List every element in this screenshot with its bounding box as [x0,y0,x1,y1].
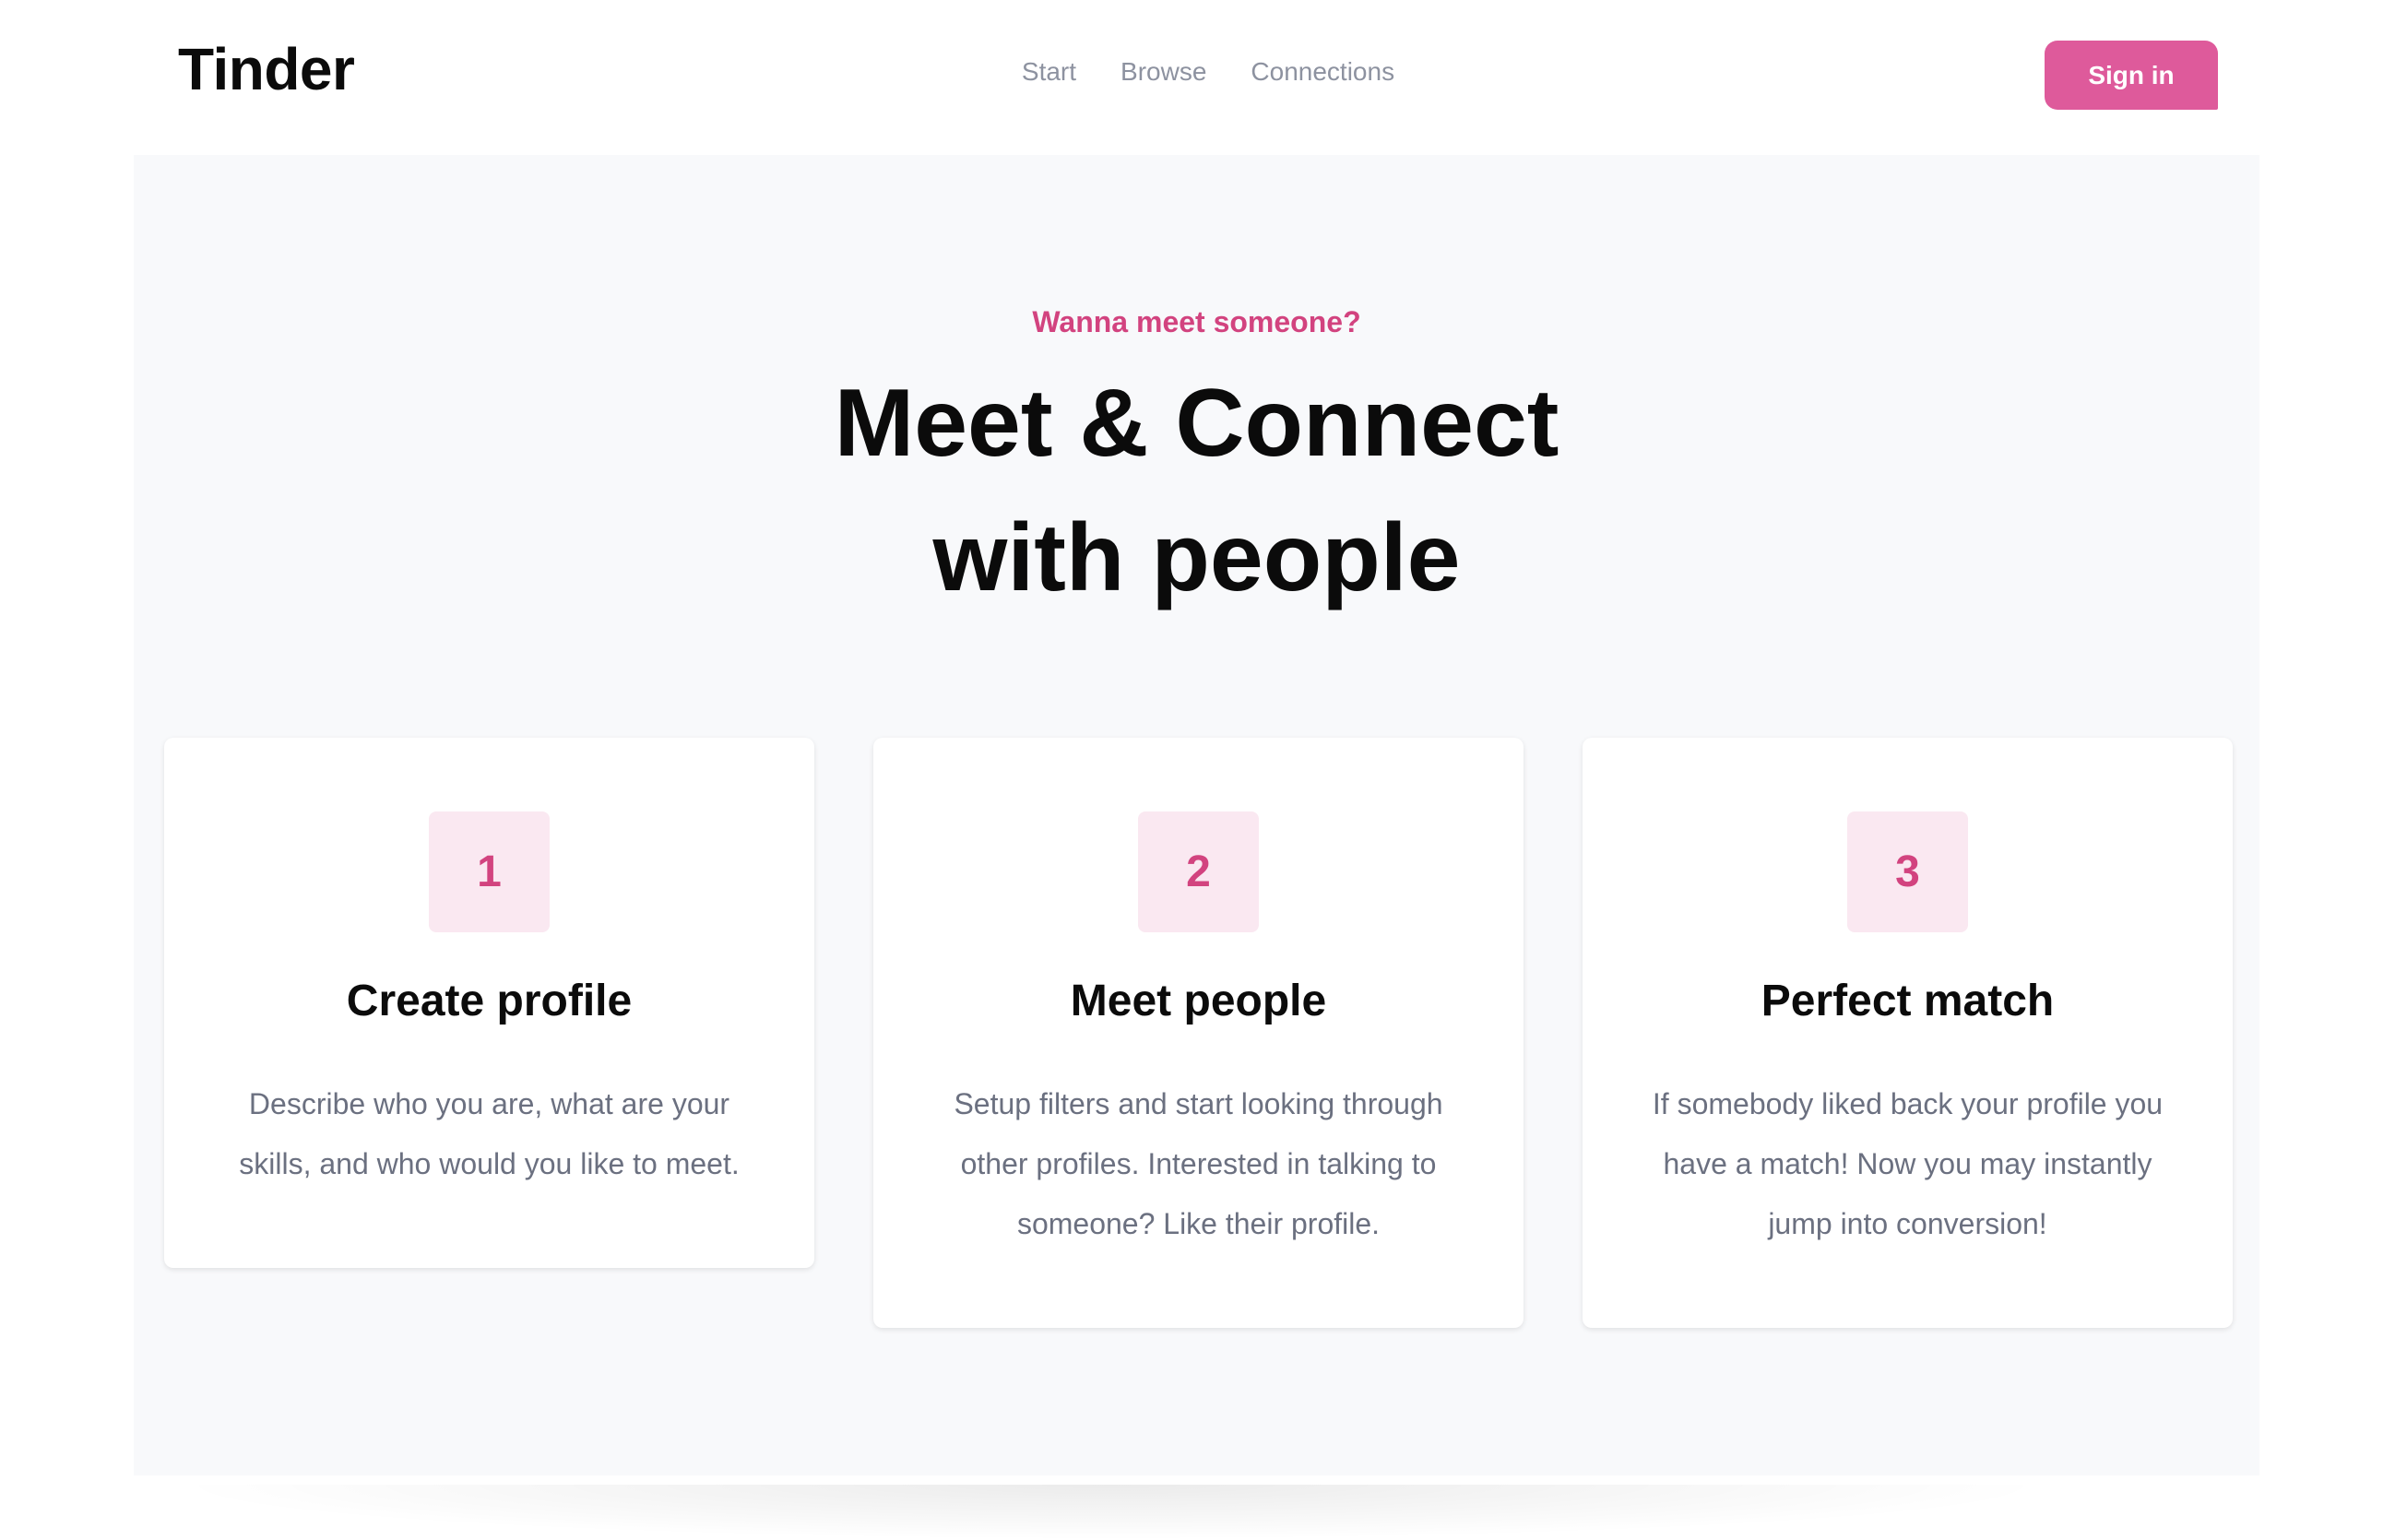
step-description: If somebody liked back your profile you … [1652,1087,2164,1240]
step-card-create-profile: 1 Create profile Describe who you are, w… [164,738,814,1268]
step-number-badge: 1 [429,811,550,932]
hero-headline: Meet & Connect with people [134,356,2259,625]
step-title: Perfect match [1761,977,2055,1025]
nav-link-start[interactable]: Start [1022,57,1076,87]
nav-link-browse[interactable]: Browse [1120,57,1206,87]
hero-section: Wanna meet someone? Meet & Connect with … [134,155,2259,1475]
top-navbar: Tinder Start Browse Connections Sign in [0,0,2407,155]
hero-headline-line2: with people [932,504,1461,611]
step-description: Describe who you are, what are your skil… [239,1087,740,1180]
step-description: Setup filters and start looking through … [954,1087,1443,1240]
sign-in-button[interactable]: Sign in [2045,41,2218,110]
main-nav: Start Browse Connections [968,57,1448,87]
nav-link-connections[interactable]: Connections [1251,57,1394,87]
step-title: Create profile [346,977,633,1025]
step-number-badge: 3 [1847,811,1968,932]
section-divider-shadow [166,1485,2057,1540]
step-number-badge: 2 [1138,811,1259,932]
brand-logo[interactable]: Tinder [178,35,355,103]
hero-eyebrow: Wanna meet someone? [1032,305,1361,338]
step-card-meet-people: 2 Meet people Setup filters and start lo… [873,738,1524,1328]
hero-headline-line1: Meet & Connect [834,370,1559,477]
step-title: Meet people [1070,977,1327,1025]
step-card-perfect-match: 3 Perfect match If somebody liked back y… [1583,738,2233,1328]
